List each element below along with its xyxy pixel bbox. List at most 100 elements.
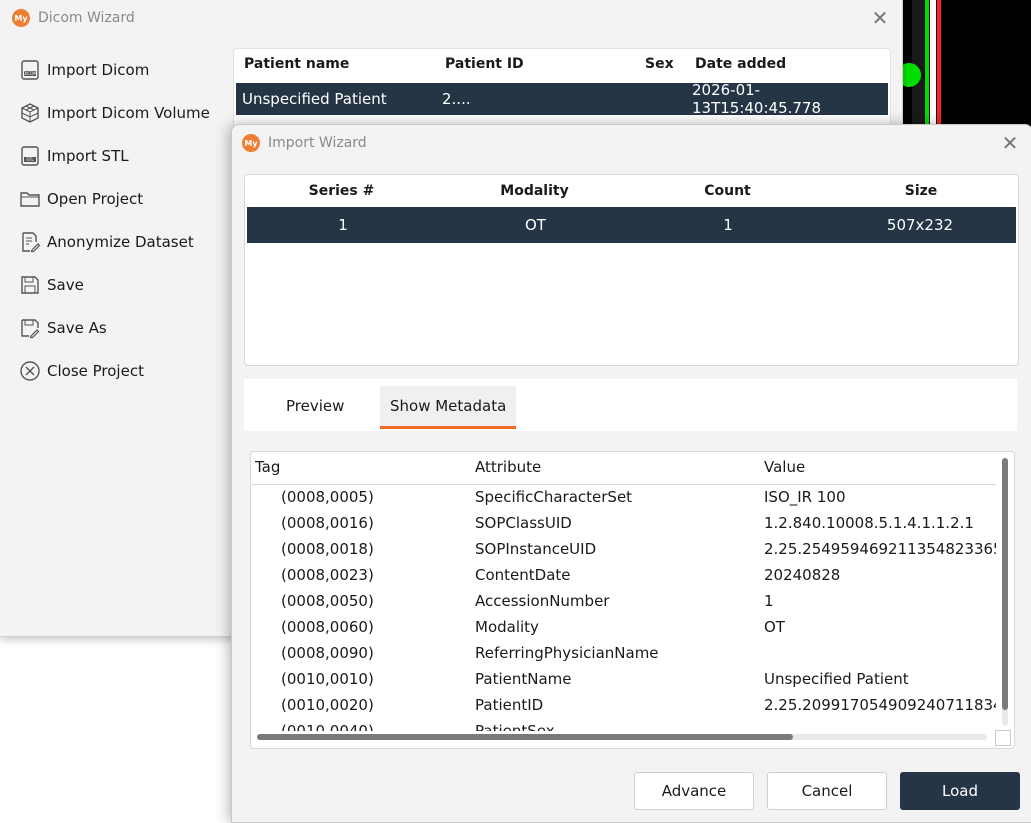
table-cell: 507x232 bbox=[886, 216, 954, 234]
table-cell: ReferringPhysicianName bbox=[475, 644, 659, 662]
menu-item-open-project[interactable]: Open Project bbox=[18, 177, 228, 220]
table-cell: 1 bbox=[764, 592, 774, 610]
menu-item-save-as[interactable]: Save As bbox=[18, 306, 228, 349]
scrollbar-thumb[interactable] bbox=[1002, 458, 1008, 710]
table-cell: 1 bbox=[723, 216, 733, 234]
table-row[interactable]: 1 OT 1 507x232 bbox=[247, 207, 1016, 243]
close-circle-icon bbox=[18, 359, 42, 383]
table-cell: OT bbox=[525, 216, 546, 234]
app-logo-icon: My bbox=[242, 134, 260, 152]
column-header[interactable]: Attribute bbox=[475, 458, 541, 476]
menu-item-anonymize-dataset[interactable]: Anonymize Dataset bbox=[18, 220, 228, 263]
table-cell: 1 bbox=[338, 216, 348, 234]
table-row[interactable]: (0010,0010) PatientName Unspecified Patien… bbox=[251, 667, 996, 693]
table-cell: 2.25.209917054909240711834541 bbox=[764, 696, 996, 714]
cube-volume-icon bbox=[18, 101, 42, 125]
close-icon[interactable]: ✕ bbox=[1000, 133, 1020, 153]
table-cell: Modality bbox=[475, 618, 539, 636]
menu-item-import-dicom-volume[interactable]: Import Dicom Volume bbox=[18, 91, 228, 134]
save-as-icon bbox=[18, 316, 42, 340]
close-icon[interactable]: ✕ bbox=[870, 8, 890, 28]
dicom-wizard-titlebar: My Dicom Wizard ✕ bbox=[0, 0, 902, 36]
table-row[interactable]: (0008,0060) Modality OT bbox=[251, 615, 996, 641]
column-header[interactable]: Patient name bbox=[234, 56, 445, 72]
table-cell: SpecificCharacterSet bbox=[475, 488, 633, 506]
cancel-button[interactable]: Cancel bbox=[767, 772, 887, 810]
load-button[interactable]: Load bbox=[900, 772, 1020, 810]
table-cell: 20240828 bbox=[764, 566, 841, 584]
menu-item-save[interactable]: Save bbox=[18, 263, 228, 306]
menu-item-label: Save bbox=[47, 275, 84, 294]
table-cell: (0008,0016) bbox=[281, 514, 374, 532]
menu-item-label: Import STL bbox=[47, 146, 129, 165]
app-logo-icon: My bbox=[12, 9, 30, 27]
table-row[interactable]: (0008,0016) SOPClassUID 1.2.840.10008.5.1.… bbox=[251, 511, 996, 537]
menu-item-label: Anonymize Dataset bbox=[47, 232, 194, 251]
table-row[interactable]: (0008,0018) SOPInstanceUID 2.25.2549594692… bbox=[251, 537, 996, 563]
table-cell: 2.... bbox=[442, 90, 471, 108]
menu-item-label: Import Dicom Volume bbox=[47, 103, 210, 122]
table-row[interactable]: (0008,0023) ContentDate 20240828 bbox=[251, 563, 996, 589]
table-cell: 2026-01-13T15:40:45.778 bbox=[692, 81, 822, 117]
column-header[interactable]: Patient ID bbox=[445, 56, 645, 72]
viewer-red-line bbox=[937, 0, 941, 124]
menu-item-import-stl[interactable]: STL Import STL bbox=[18, 134, 228, 177]
menu-item-label: Import Dicom bbox=[47, 60, 150, 79]
tab-show-metadata[interactable]: Show Metadata bbox=[380, 386, 517, 429]
window-title: Dicom Wizard bbox=[38, 10, 135, 26]
table-cell: 2.25.254959469211354823365830 bbox=[764, 540, 996, 558]
import-wizard-window: My Import Wizard ✕ Series # Modality Cou… bbox=[231, 124, 1031, 823]
svg-text:STL: STL bbox=[26, 157, 34, 162]
column-header[interactable]: Modality bbox=[438, 183, 631, 199]
table-cell: (0010,0020) bbox=[281, 696, 374, 714]
table-cell: SOPClassUID bbox=[475, 514, 572, 532]
import-wizard-titlebar: My Import Wizard ✕ bbox=[232, 125, 1031, 161]
table-row[interactable]: (0008,0050) AccessionNumber 1 bbox=[251, 589, 996, 615]
menu-item-label: Save As bbox=[47, 318, 107, 337]
table-row[interactable]: (0008,0090) ReferringPhysicianName bbox=[251, 641, 996, 667]
scrollbar-corner bbox=[995, 730, 1011, 746]
menu-item-label: Open Project bbox=[47, 189, 144, 208]
stl-file-icon: STL bbox=[18, 144, 42, 168]
sidebar-menu: DICOM Import Dicom Import Dicom Volume S… bbox=[18, 48, 228, 392]
table-row[interactable]: (0010,0040) PatientSex bbox=[251, 719, 996, 731]
column-header[interactable]: Sex bbox=[645, 56, 695, 72]
metadata-table-header: Tag Attribute Value bbox=[251, 452, 996, 485]
table-cell: ContentDate bbox=[475, 566, 571, 584]
table-cell: AccessionNumber bbox=[475, 592, 610, 610]
table-cell: (0008,0023) bbox=[281, 566, 374, 584]
window-title: Import Wizard bbox=[268, 135, 367, 151]
series-table: Series # Modality Count Size 1 OT 1 507x… bbox=[244, 174, 1019, 366]
viewer-gray-band bbox=[912, 0, 924, 124]
tab-preview[interactable]: Preview bbox=[276, 386, 354, 426]
table-cell: (0008,0005) bbox=[281, 488, 374, 506]
tab-bar: Preview Show Metadata bbox=[244, 379, 1017, 431]
column-header[interactable]: Value bbox=[764, 458, 805, 476]
horizontal-scrollbar[interactable] bbox=[257, 734, 987, 740]
menu-item-import-dicom[interactable]: DICOM Import Dicom bbox=[18, 48, 228, 91]
table-row[interactable]: (0008,0005) SpecificCharacterSet ISO_IR 10… bbox=[251, 485, 996, 511]
menu-item-close-project[interactable]: Close Project bbox=[18, 349, 228, 392]
advance-button[interactable]: Advance bbox=[634, 772, 754, 810]
svg-text:DICOM: DICOM bbox=[23, 71, 37, 76]
column-header[interactable]: Size bbox=[824, 183, 1018, 199]
column-header[interactable]: Series # bbox=[245, 183, 438, 199]
table-cell: OT bbox=[764, 618, 785, 636]
column-header[interactable]: Date added bbox=[695, 56, 875, 72]
viewer-white-line bbox=[930, 0, 936, 124]
folder-icon bbox=[18, 187, 42, 211]
scrollbar-thumb[interactable] bbox=[257, 734, 793, 740]
column-header[interactable]: Count bbox=[631, 183, 824, 199]
table-cell: 1.2.840.10008.5.1.4.1.1.2.1 bbox=[764, 514, 974, 532]
table-cell: Unspecified Patient bbox=[764, 670, 909, 688]
patient-table: Patient name Patient ID Sex Date added U… bbox=[233, 48, 891, 130]
table-row[interactable]: (0010,0020) PatientID 2.25.209917054909240… bbox=[251, 693, 996, 719]
table-row[interactable]: Unspecified Patient 2.... 2026-01-13T15:… bbox=[236, 81, 888, 117]
table-cell: PatientID bbox=[475, 696, 544, 714]
column-header[interactable]: Tag bbox=[255, 458, 280, 476]
menu-item-label: Close Project bbox=[47, 361, 144, 380]
vertical-scrollbar[interactable] bbox=[1002, 458, 1008, 726]
series-table-header: Series # Modality Count Size bbox=[245, 175, 1018, 207]
save-icon bbox=[18, 273, 42, 297]
table-cell: (0010,0040) bbox=[281, 722, 374, 731]
